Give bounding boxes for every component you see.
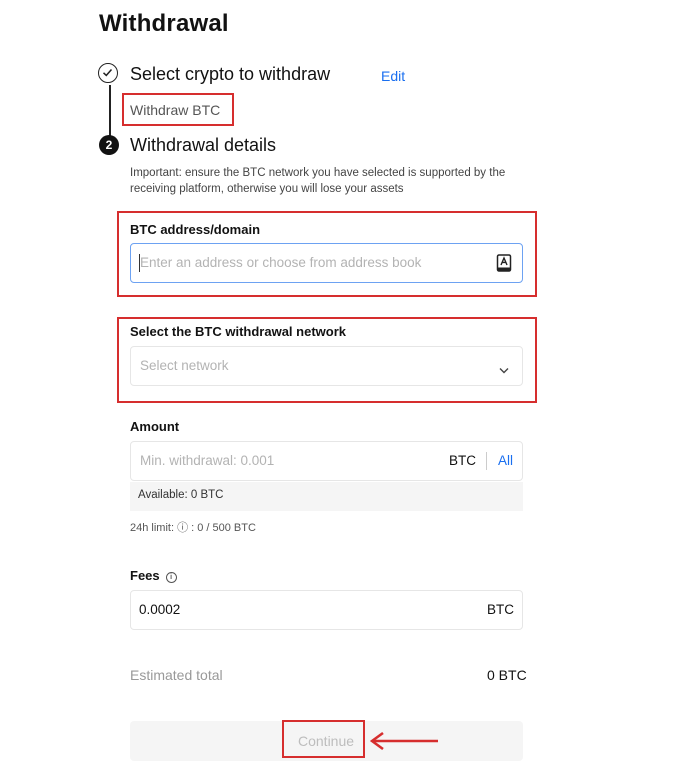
network-warning-text: Important: ensure the BTC network you ha… [130, 167, 506, 195]
amount-divider [486, 452, 487, 470]
amount-unit: BTC [449, 453, 476, 468]
highlight-selected-crypto [122, 93, 234, 126]
page-title: Withdrawal [99, 10, 229, 37]
fees-label: Fees i [130, 568, 177, 583]
info-icon[interactable]: i [165, 572, 177, 583]
available-balance-box: Available: 0 BTC [130, 482, 523, 511]
amount-label: Amount [130, 419, 180, 434]
estimated-total-label: Estimated total [130, 667, 223, 683]
daily-limit: 24h limit: ⓘ : 0 / 500 BTC [130, 522, 256, 534]
step2-title: Withdrawal details [130, 135, 277, 155]
fees-label-text: Fees [130, 568, 160, 583]
highlight-continue-button [282, 720, 365, 758]
available-balance: Available: 0 BTC [138, 489, 224, 501]
step1-title: Select crypto to withdraw [130, 64, 331, 84]
amount-input[interactable]: Min. withdrawal: 0.001 BTC All [130, 441, 523, 481]
fees-field: 0.0002 BTC [130, 590, 523, 630]
edit-crypto-link[interactable]: Edit [381, 68, 405, 84]
highlight-address-section [117, 211, 537, 297]
amount-all-button[interactable]: All [498, 453, 513, 468]
step2-number-badge: 2 [99, 135, 119, 155]
fees-unit: BTC [487, 602, 514, 617]
estimated-total-value: 0 BTC [487, 667, 527, 683]
highlight-network-section [117, 317, 537, 403]
amount-placeholder: Min. withdrawal: 0.001 [140, 453, 275, 468]
fees-value: 0.0002 [139, 602, 181, 617]
step-connector-line [109, 85, 111, 137]
arrow-left-icon [369, 731, 438, 751]
step-complete-icon [98, 63, 118, 83]
